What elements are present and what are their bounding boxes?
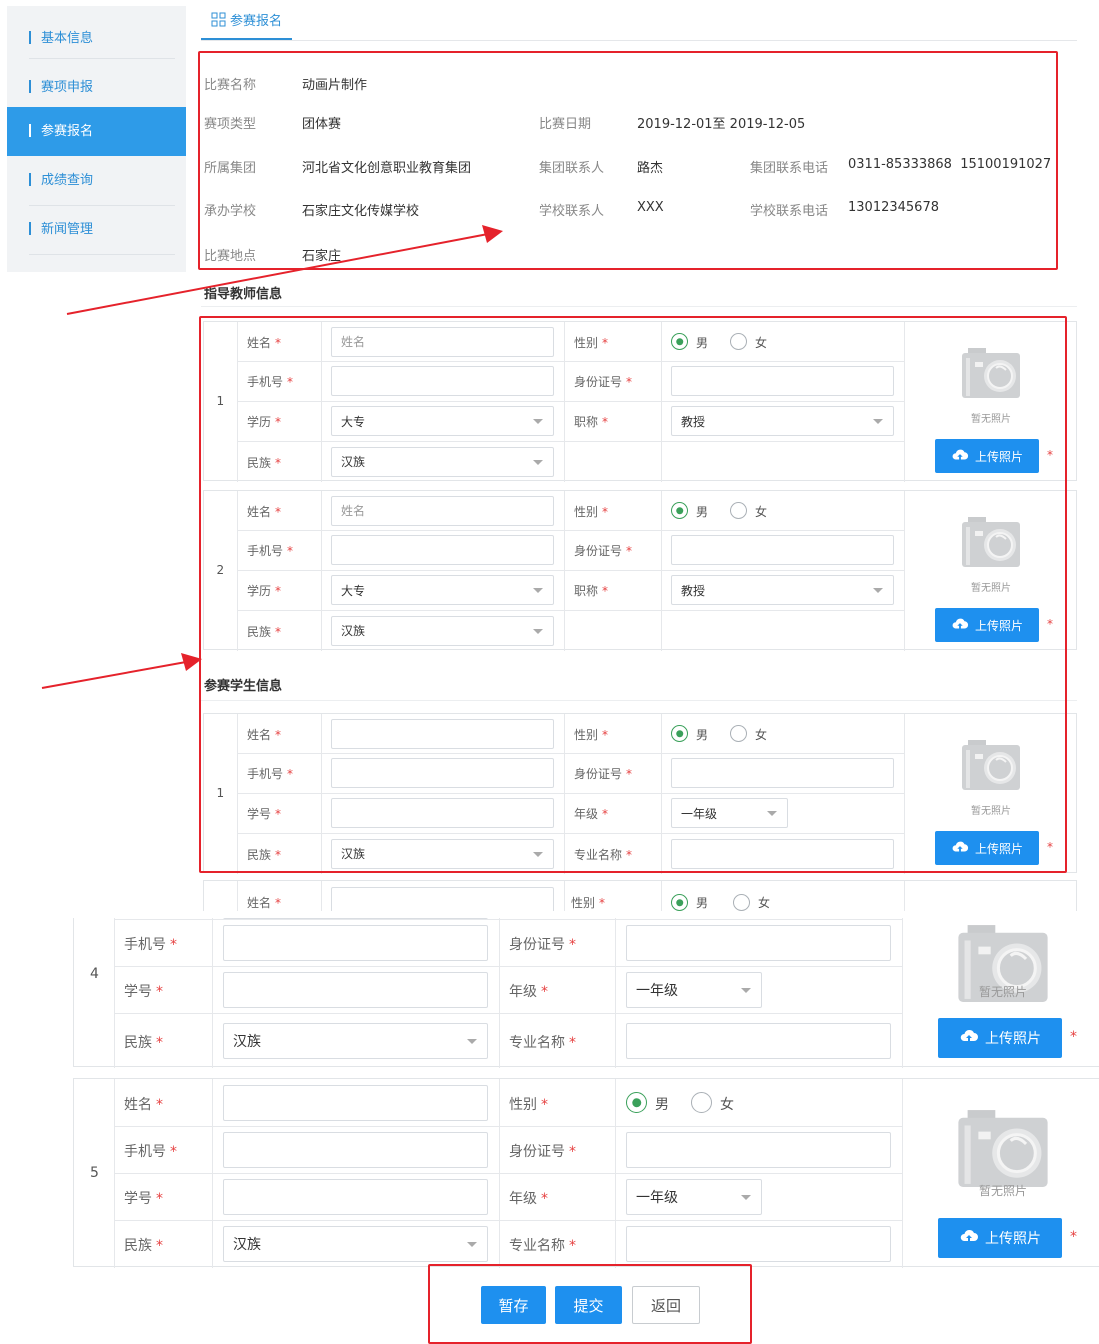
annotation-arrows xyxy=(41,225,503,689)
